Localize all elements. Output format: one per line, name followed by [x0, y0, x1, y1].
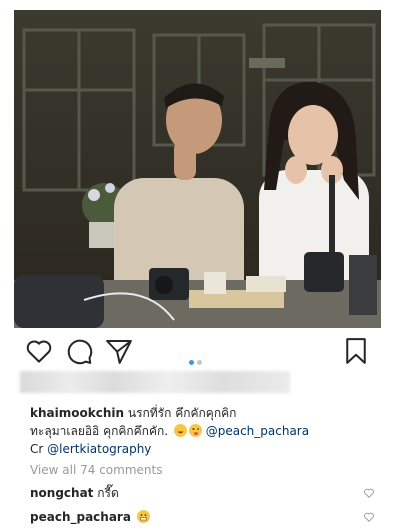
caption-mention-lertkiat[interactable]: @lertkiatography: [47, 442, 151, 456]
view-all-comments-link[interactable]: View all 74 comments: [30, 463, 162, 477]
likes-count-blurred[interactable]: [20, 371, 290, 393]
comment-icon[interactable]: [64, 336, 94, 366]
heart-icon[interactable]: [24, 336, 54, 366]
caption-mention-peach[interactable]: @peach_pachara: [206, 424, 309, 438]
post-action-bar: [14, 336, 381, 368]
comment-row: peach_pachara: [30, 509, 385, 525]
share-icon[interactable]: [104, 336, 134, 366]
carousel-dot-active: [189, 360, 194, 365]
post-photo[interactable]: [14, 10, 381, 328]
comment-row: nongchat กรี๊ด: [30, 485, 385, 501]
caption-line2: ทะลุมาเลยอิอิ คุกคิกคึกคัก.: [30, 424, 169, 438]
comment-username[interactable]: peach_pachara: [30, 510, 131, 524]
carousel-indicator: [189, 350, 205, 365]
carousel-dot: [197, 360, 202, 365]
bookmark-icon[interactable]: [341, 336, 371, 366]
wink-tongue-emoji-icon: [188, 424, 202, 437]
grinning-emoji-icon: [173, 424, 187, 437]
comment-text: กรี๊ด: [97, 486, 119, 500]
comment-like-heart-icon[interactable]: [363, 511, 375, 523]
caption-credit-prefix: Cr: [30, 442, 44, 456]
comment-username[interactable]: nongchat: [30, 486, 93, 500]
caption-username[interactable]: khaimookchin: [30, 406, 124, 420]
comment-like-heart-icon[interactable]: [363, 487, 375, 499]
post-caption: khaimookchin นรกที่รัก คึกคักคุกคิก ทะลุ…: [30, 404, 380, 458]
caption-line1: นรกที่รัก คึกคักคุกคิก: [127, 406, 237, 420]
grimace-emoji-icon: [136, 510, 150, 523]
